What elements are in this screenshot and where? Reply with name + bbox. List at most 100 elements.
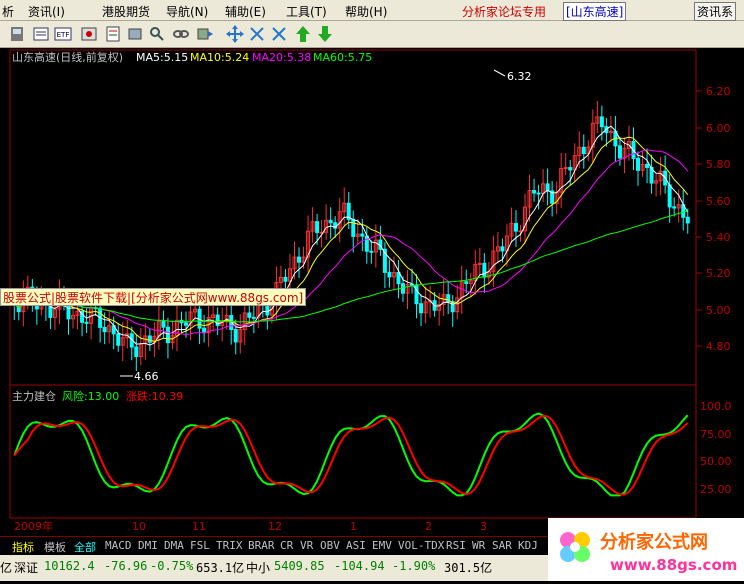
sz-index-value: 10162.4 [44, 559, 95, 573]
indicator-name: 主力建仓 [12, 389, 56, 403]
menu-item-tools[interactable]: 工具(T) [286, 3, 327, 20]
svg-text:ETF: ETF [57, 31, 70, 39]
candle-body [184, 322, 189, 326]
candle-body [251, 316, 256, 319]
candle-body [328, 219, 333, 224]
ad-banner[interactable]: 股票公式|股票软件下载|[分析家公式网www.88gs.com] [0, 288, 307, 306]
news-icon[interactable] [32, 25, 50, 43]
tab-template[interactable]: 模板 [44, 539, 66, 554]
tab-cr[interactable]: CR [280, 539, 293, 553]
ma10-label: MA10:5.24 [190, 51, 249, 64]
tab-rsi[interactable]: RSI [446, 539, 466, 553]
config-icon[interactable] [126, 25, 144, 43]
time-label: 3 [480, 520, 487, 533]
candle-body [419, 303, 424, 314]
down-arrow-icon[interactable] [316, 25, 334, 43]
ind-tick: 75.00 [700, 428, 732, 441]
zoom-in-arrows-icon[interactable] [270, 25, 288, 43]
status-prefix: 亿 [0, 561, 13, 575]
sz-index-change: -76.96 [104, 559, 148, 573]
price-tick: 5.00 [706, 304, 731, 317]
sz-index-name[interactable]: 深证 [14, 559, 38, 576]
link-icon[interactable] [172, 25, 190, 43]
stock-select-icon[interactable] [104, 25, 122, 43]
zx-index-value: 5409.85 [274, 559, 325, 573]
stock-title: 山东高速(日线,前复权) [12, 50, 123, 64]
tab-kdj[interactable]: KDJ [518, 539, 538, 553]
tab-brar[interactable]: BRAR [248, 539, 275, 553]
candle-body [464, 281, 469, 284]
tab-vol-tdx[interactable]: VOL-TDX [398, 539, 444, 553]
info-system-button[interactable]: 资讯系 [694, 2, 737, 21]
ma20-label: MA20:5.38 [252, 51, 311, 64]
tab-asi[interactable]: ASI [346, 539, 366, 553]
price-tick: 5.20 [706, 267, 731, 280]
candle-body [315, 221, 320, 233]
candle-body [685, 216, 690, 224]
candle-body [351, 218, 356, 237]
price-tick: 4.80 [706, 340, 731, 353]
candle-body [297, 256, 302, 263]
candle-body [599, 116, 604, 128]
tab-dmi[interactable]: DMI [138, 539, 158, 553]
candle-body [645, 163, 650, 168]
menu-item-hk-futures[interactable]: 港股期货 [102, 3, 150, 20]
candle-body [387, 271, 392, 278]
indicator-panel-frame [9, 384, 697, 519]
candle-body [360, 233, 365, 237]
tab-wr[interactable]: WR [472, 539, 485, 553]
candle-body [482, 262, 487, 278]
zoom-out-arrows-icon[interactable] [248, 25, 266, 43]
tab-fsl[interactable]: FSL [190, 539, 210, 553]
time-label: 11 [192, 520, 206, 533]
time-label: 10 [132, 520, 146, 533]
tab-macd[interactable]: MACD [105, 539, 132, 553]
time-label: 12 [268, 520, 282, 533]
candle-body [165, 326, 170, 344]
candle-body [283, 276, 288, 282]
tab-emv[interactable]: EMV [372, 539, 392, 553]
menu-item-help[interactable]: 帮助(H) [345, 3, 387, 20]
export-icon[interactable] [196, 25, 214, 43]
price-tick: 5.40 [706, 231, 731, 244]
candle-body [134, 346, 139, 358]
time-label: 1 [350, 520, 357, 533]
candle-body [161, 320, 166, 328]
price-grid [696, 90, 702, 347]
cash-icon[interactable] [80, 25, 98, 43]
etf-icon[interactable]: ETF [54, 25, 72, 43]
crosshair-icon[interactable] [226, 25, 244, 43]
menu-item-info[interactable]: 资讯(I) [28, 3, 65, 20]
candle-body [545, 183, 550, 192]
current-stock-box[interactable]: [山东高速] [563, 2, 627, 21]
ind-tick: 50.00 [700, 455, 732, 468]
candle-body [396, 271, 401, 285]
zx-index-pct: -1.90% [392, 559, 436, 573]
menu-item-assist[interactable]: 辅助(E) [225, 3, 266, 20]
tab-indicator[interactable]: 指标 [12, 539, 34, 554]
phone-icon[interactable] [8, 25, 26, 43]
zx-index-name[interactable]: 中小 [246, 559, 270, 576]
menu-item-analysis[interactable]: 析 [2, 3, 14, 20]
ma10-line [13, 136, 689, 342]
tab-all[interactable]: 全部 [74, 539, 96, 554]
candlestick-series [12, 101, 690, 372]
search-icon[interactable] [148, 25, 166, 43]
up-arrow-icon[interactable] [294, 25, 312, 43]
tab-sar[interactable]: SAR [492, 539, 512, 553]
risk-label: 风险:13.00 [62, 389, 119, 403]
candle-body [536, 192, 541, 195]
ind-tick: 100.0 [700, 400, 732, 413]
logo-url-text: www.88gs.com [610, 556, 737, 574]
candle-body [636, 157, 641, 171]
tab-obv[interactable]: OBV [320, 539, 340, 553]
time-label: 2009年 [14, 519, 53, 533]
tab-trix[interactable]: TRIX [216, 539, 243, 553]
candle-body [102, 326, 107, 333]
tab-vr[interactable]: VR [300, 539, 313, 553]
candle-body [672, 206, 677, 209]
high-marker [493, 69, 506, 77]
menu-item-navigate[interactable]: 导航(N) [166, 3, 208, 20]
price-tick: 5.60 [706, 195, 731, 208]
tab-dma[interactable]: DMA [164, 539, 184, 553]
